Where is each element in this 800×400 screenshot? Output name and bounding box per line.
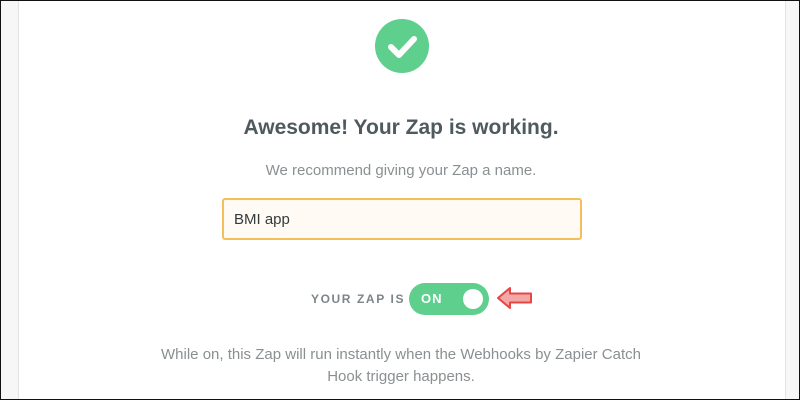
left-side-rail — [1, 1, 19, 399]
arrow-left-icon — [497, 287, 532, 309]
zap-status-label: YOUR ZAP IS — [311, 292, 406, 306]
success-badge — [375, 19, 429, 73]
toggle-knob — [463, 289, 483, 309]
zap-on-off-toggle[interactable]: ON — [409, 283, 489, 315]
checkmark-icon — [388, 36, 417, 58]
name-recommendation-text: We recommend giving your Zap a name. — [265, 162, 537, 179]
zap-run-info: While on, this Zap will run instantly wh… — [161, 346, 641, 385]
zap-success-panel: Awesome! Your Zap is working. We recomme… — [0, 0, 800, 400]
zap-name-input[interactable] — [222, 198, 582, 240]
page-title: Awesome! Your Zap is working. — [243, 116, 559, 139]
right-side-rail — [785, 1, 799, 399]
toggle-state-text: ON — [421, 291, 443, 306]
